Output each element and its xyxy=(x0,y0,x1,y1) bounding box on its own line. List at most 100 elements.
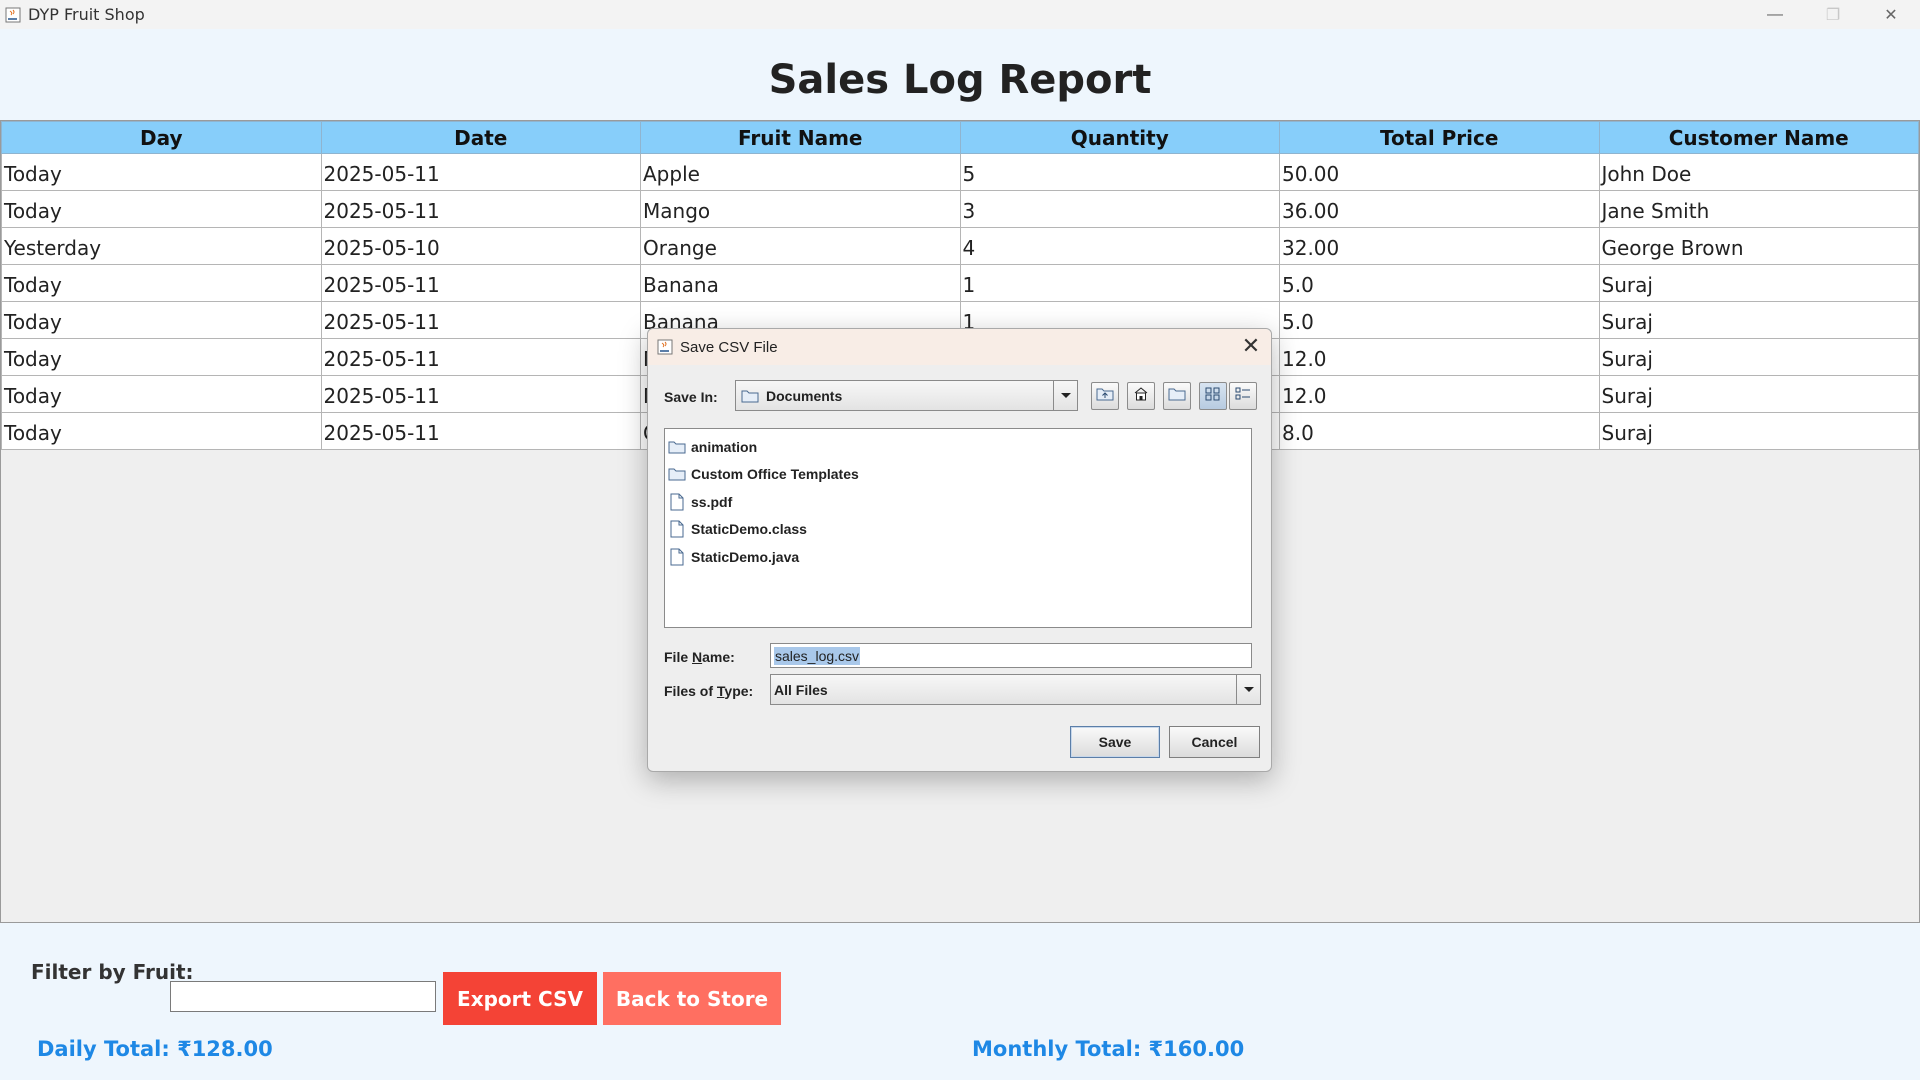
table-cell[interactable]: 2025-05-11 xyxy=(320,153,641,191)
chevron-down-icon[interactable] xyxy=(1236,675,1260,704)
table-cell[interactable]: Suraj xyxy=(1598,301,1919,339)
table-cell[interactable]: 2025-05-11 xyxy=(320,264,641,302)
file-list-item[interactable]: Custom Office Templates xyxy=(665,461,1251,489)
table-cell[interactable]: 32.00 xyxy=(1279,227,1600,265)
home-icon xyxy=(1133,386,1149,406)
table-cell[interactable]: 2025-05-11 xyxy=(320,338,641,376)
files-of-type-dropdown[interactable]: All Files xyxy=(770,674,1261,705)
column-header[interactable]: Date xyxy=(320,121,641,154)
table-cell[interactable]: 2025-05-11 xyxy=(320,301,641,339)
table-cell[interactable]: 4 xyxy=(959,227,1280,265)
column-header[interactable]: Day xyxy=(1,121,322,154)
save-button[interactable]: Save xyxy=(1070,726,1160,758)
file-icon xyxy=(667,492,687,512)
dialog-close-button[interactable]: ✕ xyxy=(1239,335,1263,359)
table-cell[interactable]: Jane Smith xyxy=(1598,190,1919,228)
table-cell[interactable]: 36.00 xyxy=(1279,190,1600,228)
table-cell[interactable]: Yesterday xyxy=(1,227,322,265)
daily-total-label: Daily Total: ₹128.00 xyxy=(37,1037,273,1061)
table-cell[interactable]: Suraj xyxy=(1598,412,1919,450)
file-list-item[interactable]: ss.pdf xyxy=(665,488,1251,516)
table-cell[interactable]: John Doe xyxy=(1598,153,1919,191)
table-cell[interactable]: George Brown xyxy=(1598,227,1919,265)
table-cell[interactable]: 50.00 xyxy=(1279,153,1600,191)
file-list-item-label: ss.pdf xyxy=(691,493,733,510)
table-cell[interactable]: 2025-05-11 xyxy=(320,190,641,228)
table-cell[interactable]: 12.0 xyxy=(1279,338,1600,376)
new-folder-icon xyxy=(1168,387,1186,406)
table-cell[interactable]: Suraj xyxy=(1598,338,1919,376)
table-cell[interactable]: Today xyxy=(1,412,322,450)
save-in-dropdown[interactable]: Documents xyxy=(735,380,1078,411)
page-title: Sales Log Report xyxy=(768,57,1152,103)
file-icon xyxy=(667,519,687,539)
file-list[interactable]: animation Custom Office Templates ss.pdf St… xyxy=(664,428,1252,628)
list-view-button[interactable] xyxy=(1199,382,1227,410)
chevron-down-icon[interactable] xyxy=(1053,381,1077,410)
maximize-button[interactable]: ❐ xyxy=(1804,0,1862,29)
file-list-item[interactable]: animation xyxy=(665,433,1251,461)
back-to-store-button[interactable]: Back to Store xyxy=(603,972,781,1025)
column-header[interactable]: Quantity xyxy=(959,121,1280,154)
table-row[interactable]: Today 2025-05-11 Apple 5 50.00 John Doe xyxy=(1,153,1919,191)
dialog-titlebar[interactable]: Save CSV File ✕ xyxy=(648,329,1271,365)
window-titlebar: DYP Fruit Shop — ❐ ✕ xyxy=(0,0,1920,29)
filter-input[interactable] xyxy=(170,981,436,1012)
column-header[interactable]: Fruit Name xyxy=(640,121,961,154)
file-list-item[interactable]: StaticDemo.class xyxy=(665,516,1251,544)
file-list-item-label: StaticDemo.java xyxy=(691,548,800,565)
table-cell[interactable]: Apple xyxy=(640,153,961,191)
file-name-input[interactable]: sales_log.csv xyxy=(770,643,1252,668)
table-cell[interactable]: Today xyxy=(1,301,322,339)
list-view-icon xyxy=(1205,386,1221,407)
table-row[interactable]: Today 2025-05-11 Mango 3 36.00 Jane Smith xyxy=(1,190,1919,228)
file-list-item-label: StaticDemo.class xyxy=(691,521,807,538)
export-csv-button[interactable]: Export CSV xyxy=(443,972,597,1025)
new-folder-button[interactable] xyxy=(1163,382,1191,410)
java-app-icon xyxy=(4,6,22,24)
table-cell[interactable]: Today xyxy=(1,190,322,228)
table-cell[interactable]: 12.0 xyxy=(1279,375,1600,413)
file-list-item[interactable]: StaticDemo.java xyxy=(665,543,1251,571)
window-title: DYP Fruit Shop xyxy=(28,5,145,24)
table-cell[interactable]: 5 xyxy=(959,153,1280,191)
folder-icon xyxy=(667,464,687,484)
cancel-button[interactable]: Cancel xyxy=(1169,726,1260,758)
table-cell[interactable]: 3 xyxy=(959,190,1280,228)
table-row[interactable]: Today 2025-05-11 Banana 1 5.0 Suraj xyxy=(1,264,1919,302)
table-cell[interactable]: 1 xyxy=(959,264,1280,302)
table-cell[interactable]: Today xyxy=(1,264,322,302)
table-cell[interactable]: Today xyxy=(1,153,322,191)
table-cell[interactable]: 5.0 xyxy=(1279,264,1600,302)
java-app-icon xyxy=(656,338,674,356)
table-cell[interactable]: Suraj xyxy=(1598,375,1919,413)
table-cell[interactable]: Today xyxy=(1,375,322,413)
table-header-row: Day Date Fruit Name Quantity Total Price Cust… xyxy=(1,121,1919,154)
close-window-button[interactable]: ✕ xyxy=(1862,0,1920,29)
table-cell[interactable]: Suraj xyxy=(1598,264,1919,302)
details-view-icon xyxy=(1235,386,1251,407)
column-header[interactable]: Customer Name xyxy=(1598,121,1919,154)
home-button[interactable] xyxy=(1127,382,1155,410)
column-header[interactable]: Total Price xyxy=(1279,121,1600,154)
table-cell[interactable]: Mango xyxy=(640,190,961,228)
file-list-item-label: animation xyxy=(691,438,758,455)
minimize-button[interactable]: — xyxy=(1746,0,1804,29)
table-row[interactable]: Yesterday 2025-05-10 Orange 4 32.00 George Br… xyxy=(1,227,1919,265)
table-cell[interactable]: 5.0 xyxy=(1279,301,1600,339)
table-cell[interactable]: 2025-05-10 xyxy=(320,227,641,265)
up-one-level-button[interactable] xyxy=(1091,382,1119,410)
table-cell[interactable]: 2025-05-11 xyxy=(320,412,641,450)
file-name-label: File Name: xyxy=(664,649,735,665)
file-list-item-label: Custom Office Templates xyxy=(691,466,859,483)
table-cell[interactable]: Banana xyxy=(640,264,961,302)
table-cell[interactable]: 8.0 xyxy=(1279,412,1600,450)
table-cell[interactable]: Today xyxy=(1,338,322,376)
details-view-button[interactable] xyxy=(1229,382,1257,410)
dialog-title: Save CSV File xyxy=(680,338,778,356)
table-cell[interactable]: 2025-05-11 xyxy=(320,375,641,413)
save-in-value: Documents xyxy=(766,387,843,404)
table-cell[interactable]: Orange xyxy=(640,227,961,265)
folder-icon xyxy=(740,386,760,406)
save-in-label: Save In: xyxy=(664,389,718,405)
